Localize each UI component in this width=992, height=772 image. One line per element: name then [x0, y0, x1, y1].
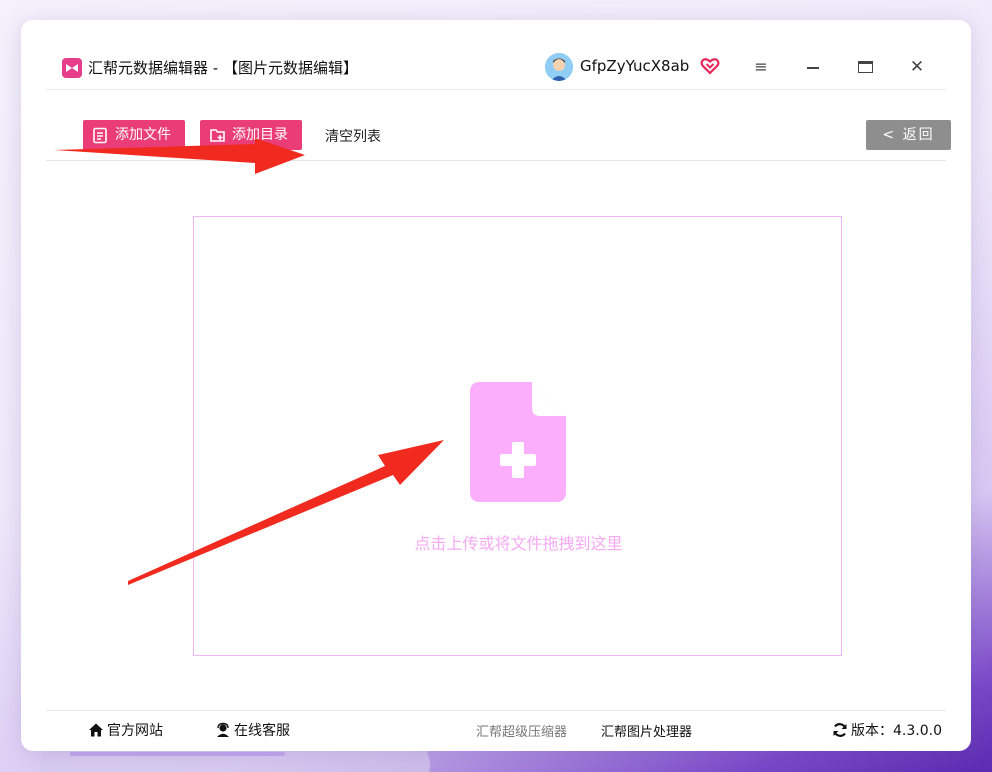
app-window: 汇帮元数据编辑器 - 【图片元数据编辑】 GfpZyYucX8ab ≡ ✕ 添加…	[21, 20, 971, 751]
compressor-link[interactable]: 汇帮超级压缩器	[476, 721, 567, 740]
user-name[interactable]: GfpZyYucX8ab	[580, 57, 689, 75]
home-icon	[89, 723, 103, 737]
vip-heart-icon[interactable]	[700, 56, 720, 76]
official-site-label: 官方网站	[107, 723, 163, 739]
add-directory-button[interactable]: 添加目录	[200, 120, 302, 150]
file-list-icon	[93, 127, 107, 144]
add-directory-label: 添加目录	[232, 127, 288, 143]
file-drop-zone[interactable]: 点击上传或将文件拖拽到这里	[193, 216, 842, 656]
online-service-link[interactable]: 在线客服	[215, 720, 290, 740]
image-processor-link[interactable]: 汇帮图片处理器	[601, 721, 692, 740]
customer-service-icon	[217, 722, 229, 737]
footer: 官方网站 在线客服 汇帮超级压缩器 汇帮图片处理器 版本：4.3.0.0	[46, 711, 946, 747]
clear-list-button[interactable]: 清空列表	[325, 126, 381, 146]
add-file-label: 添加文件	[115, 127, 171, 143]
menu-icon[interactable]: ≡	[748, 54, 774, 80]
background-line	[70, 752, 285, 756]
add-file-button[interactable]: 添加文件	[83, 120, 185, 150]
maximize-icon[interactable]	[852, 54, 878, 80]
window-title: 汇帮元数据编辑器 - 【图片元数据编辑】	[88, 59, 358, 77]
user-avatar[interactable]	[545, 53, 573, 81]
app-body: 汇帮元数据编辑器 - 【图片元数据编辑】 GfpZyYucX8ab ≡ ✕ 添加…	[46, 45, 951, 740]
file-upload-icon[interactable]	[470, 382, 566, 502]
toolbar: 添加文件 添加目录 清空列表 < 返回	[46, 90, 951, 160]
folder-add-icon	[210, 129, 225, 142]
title-bar: 汇帮元数据编辑器 - 【图片元数据编辑】 GfpZyYucX8ab ≡ ✕	[46, 45, 946, 89]
app-logo-icon	[62, 58, 82, 78]
official-site-link[interactable]: 官方网站	[88, 720, 163, 740]
minimize-icon[interactable]	[800, 54, 826, 80]
online-service-label: 在线客服	[234, 723, 290, 739]
version-info: 版本：4.3.0.0	[832, 720, 942, 740]
close-icon[interactable]: ✕	[904, 54, 930, 80]
refresh-icon[interactable]	[832, 722, 848, 738]
drop-zone-hint: 点击上传或将文件拖拽到这里	[414, 534, 623, 553]
back-button[interactable]: < 返回	[866, 120, 951, 150]
toolbar-divider	[46, 160, 946, 161]
version-label: 版本：4.3.0.0	[851, 723, 942, 739]
